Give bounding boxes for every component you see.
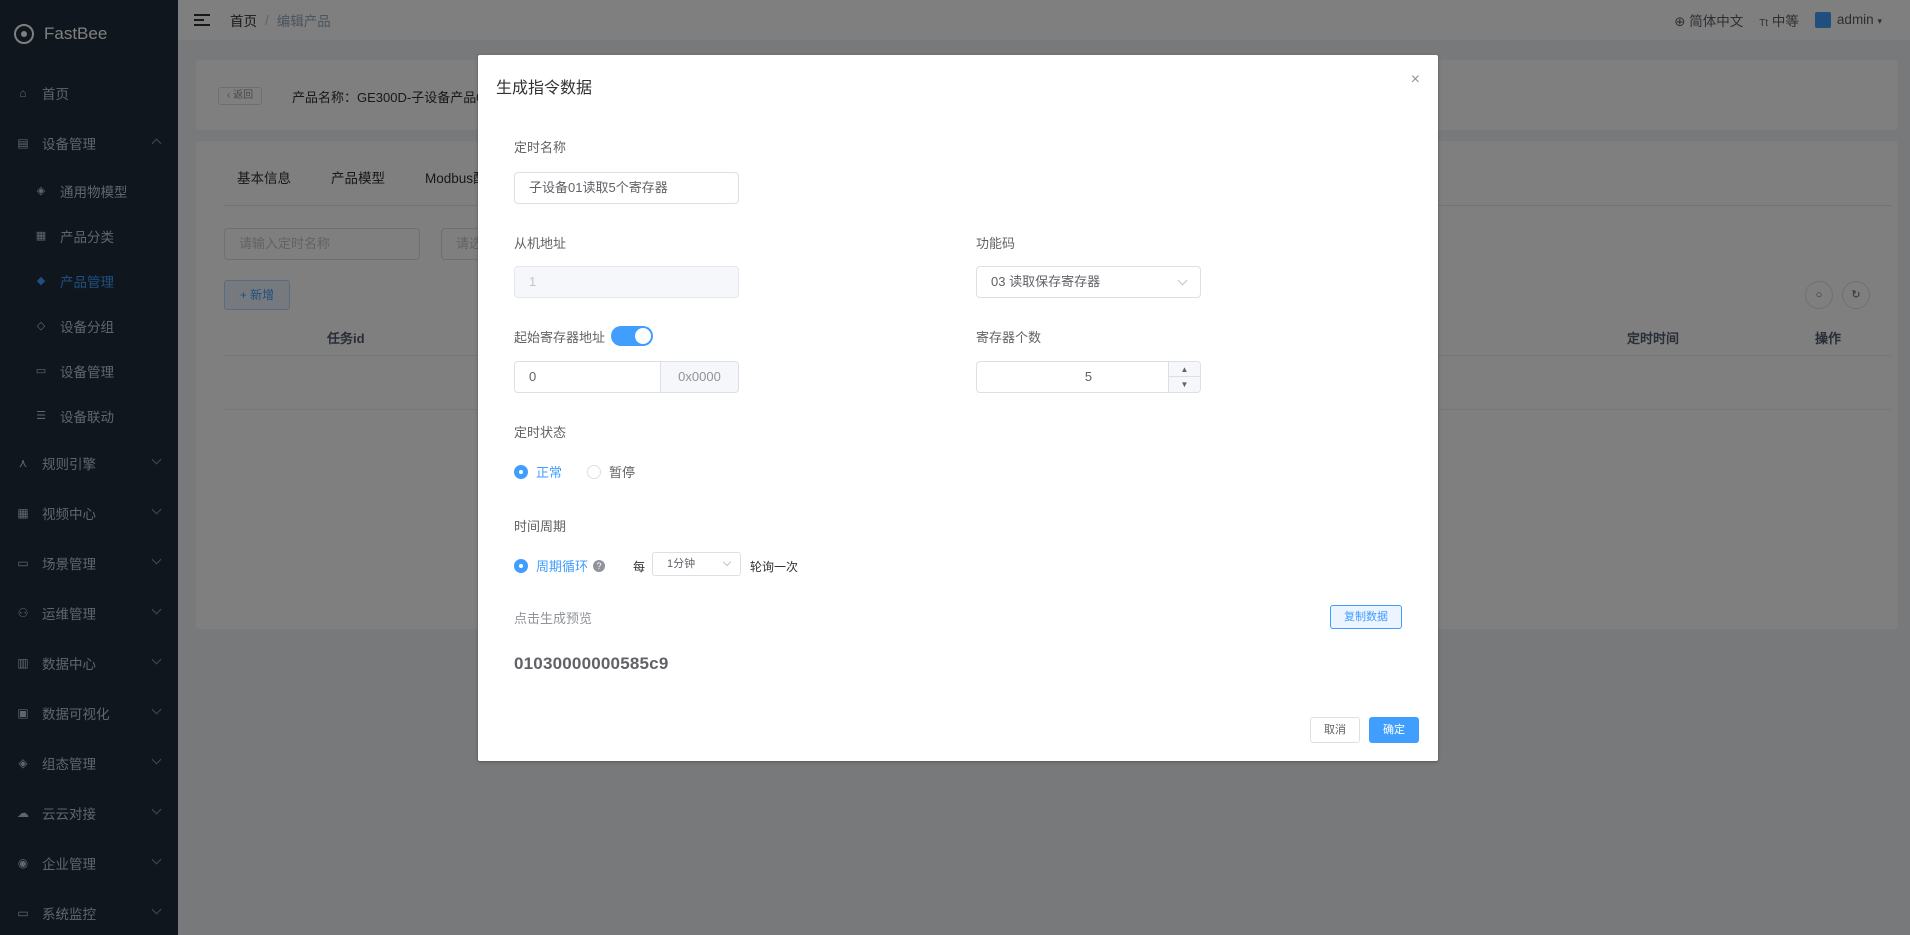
time-period-label: 时间周期 [514,519,567,534]
task-name-label: 定时名称 [514,140,567,155]
register-count-value: 5 [1084,369,1093,384]
increase-button[interactable]: ▲ [1168,362,1200,377]
slave-address-label: 从机地址 [514,236,567,251]
function-code-value: 03 读取保存寄存器 [991,274,1101,289]
period-cycle-radio[interactable]: 周期循环? [514,556,606,575]
function-code-label: 功能码 [976,236,1016,251]
function-code-select[interactable]: 03 读取保存寄存器 [976,266,1201,298]
schedule-status-label: 定时状态 [514,425,567,440]
close-icon[interactable]: × [1411,71,1420,89]
register-count-label: 寄存器个数 [976,330,1042,345]
register-count-stepper[interactable]: 5 ▲ ▼ [976,361,1201,393]
every-label: 每 [633,560,646,574]
radio-unchecked-icon [587,464,601,479]
help-icon[interactable]: ? [593,559,606,572]
radio-checked-icon [514,558,528,573]
chevron-down-icon [1177,275,1188,286]
confirm-button[interactable]: 确定 [1369,717,1419,743]
task-name-input[interactable]: 子设备01读取5个寄存器 [514,172,739,204]
status-paused-radio[interactable]: 暂停 [587,462,635,481]
preview-label: 点击生成预览 [514,611,593,626]
status-normal-radio[interactable]: 正常 [514,462,562,481]
start-register-input[interactable]: 0 [514,361,661,393]
dialog-title: 生成指令数据 [496,80,593,97]
generate-command-dialog: 生成指令数据 × 定时名称 子设备01读取5个寄存器 从机地址 1 功能码 03… [478,55,1438,761]
poll-once-label: 轮询一次 [750,560,799,574]
cancel-button[interactable]: 取消 [1310,717,1360,743]
hex-toggle-switch[interactable] [611,326,653,346]
slave-address-input: 1 [514,266,739,298]
command-hex-output: 01030000000585c9 [514,654,669,673]
start-register-label: 起始寄存器地址 [514,330,606,345]
start-register-hex: 0x0000 [661,361,739,393]
radio-checked-icon [514,464,528,479]
copy-data-button[interactable]: 复制数据 [1330,605,1402,629]
decrease-button[interactable]: ▼ [1168,377,1200,392]
interval-select[interactable]: 1分钟 [652,552,741,576]
chevron-down-icon [722,557,732,567]
interval-value: 1分钟 [667,558,696,570]
